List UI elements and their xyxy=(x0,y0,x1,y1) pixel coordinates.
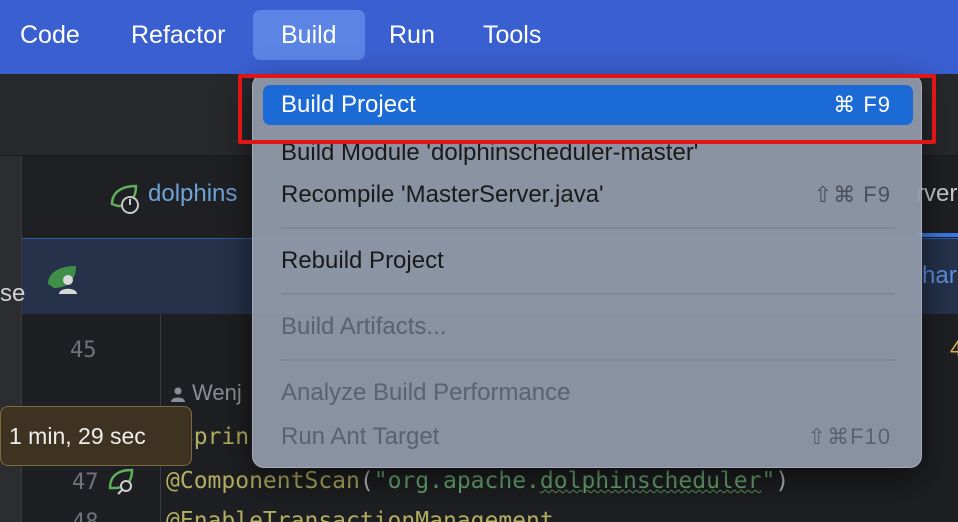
spring-boot-icon xyxy=(110,184,139,214)
menu-item-label: Build Artifacts... xyxy=(281,313,447,340)
line-number: 47 xyxy=(72,470,99,495)
string-token: "org.apache. xyxy=(373,468,540,494)
menu-run[interactable]: Run xyxy=(361,10,463,60)
menu-item-rebuild-project[interactable]: Rebuild Project xyxy=(263,241,913,281)
line-number: 45 xyxy=(70,338,97,363)
spring-find-usages-icon[interactable] xyxy=(108,468,138,496)
menu-code[interactable]: Code xyxy=(0,10,108,60)
highlight-annotation-box xyxy=(238,74,936,144)
annotation-token: @ComponentScan xyxy=(166,468,360,494)
menu-separator xyxy=(281,227,895,229)
line-number: 48 xyxy=(72,510,99,522)
editor-tab-right[interactable]: rver xyxy=(916,180,957,208)
menu-item-build-artifacts[interactable]: Build Artifacts... xyxy=(263,307,913,347)
author-name: Wenj xyxy=(192,380,242,405)
string-token: " xyxy=(761,468,776,494)
menu-refactor[interactable]: Refactor xyxy=(103,10,253,60)
active-tab-indicator xyxy=(918,233,958,237)
menu-item-label: Recompile 'MasterServer.java' xyxy=(281,181,604,208)
menu-separator xyxy=(281,359,895,361)
code-author-hint: Wenj xyxy=(170,380,242,406)
menu-item-label: Analyze Build Performance xyxy=(281,379,571,406)
menu-item-shortcut: ⇧⌘ F9 xyxy=(813,182,891,207)
editor-tab-title[interactable]: dolphins xyxy=(148,180,237,208)
right-margin-marker: 4 xyxy=(950,336,958,361)
menu-item-label: Run Ant Target xyxy=(281,423,440,450)
spring-user-icon xyxy=(48,266,77,294)
banner-action-link[interactable]: har xyxy=(922,262,957,290)
build-time-tooltip: 1 min, 29 sec xyxy=(0,406,192,466)
tool-window-strip xyxy=(0,156,22,522)
string-token-typo: dolphinscheduler xyxy=(539,468,762,494)
menu-separator xyxy=(281,293,895,295)
menu-build[interactable]: Build xyxy=(253,10,365,60)
menu-item-analyze-build-performance[interactable]: Analyze Build Performance xyxy=(263,373,913,413)
tooltip-text: 1 min, 29 sec xyxy=(9,423,146,449)
code-line: @ComponentScan("org.apache.dolphinschedu… xyxy=(166,468,789,494)
menu-tools[interactable]: Tools xyxy=(455,10,569,60)
banner-left-text: se xyxy=(0,280,26,307)
person-icon xyxy=(171,387,185,403)
paren-token: ( xyxy=(359,468,374,494)
menu-item-shortcut: ⇧⌘F10 xyxy=(807,424,891,449)
menu-item-recompile[interactable]: Recompile 'MasterServer.java' ⇧⌘ F9 xyxy=(263,175,913,215)
menu-item-run-ant-target[interactable]: Run Ant Target ⇧⌘F10 xyxy=(263,417,913,457)
menu-bar: Code Refactor Build Run Tools xyxy=(0,0,958,74)
code-line-partial: @EnableTransactionManagement xyxy=(166,508,554,522)
menu-item-label: Rebuild Project xyxy=(281,247,444,274)
paren-token: ) xyxy=(775,468,790,494)
